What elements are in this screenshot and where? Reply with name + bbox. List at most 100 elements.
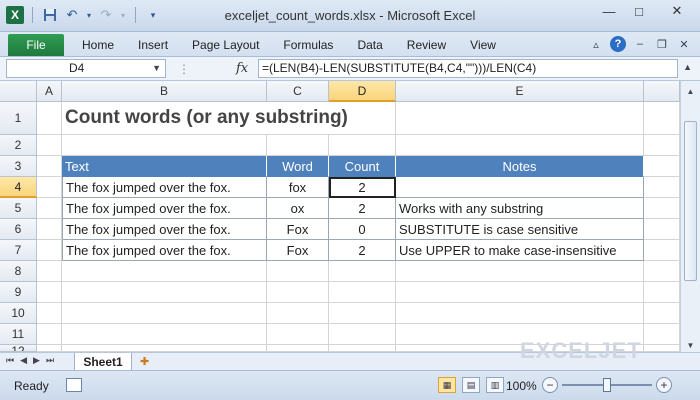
cell-notes[interactable] — [396, 177, 644, 198]
formula-input[interactable]: =(LEN(B4)-LEN(SUBSTITUTE(B4,C4,"")))/LEN… — [258, 59, 678, 78]
tab-formulas[interactable]: Formulas — [273, 38, 347, 52]
select-all-corner[interactable] — [0, 81, 37, 102]
cell[interactable] — [644, 282, 680, 303]
cell-word[interactable]: ox — [267, 198, 329, 219]
row-header[interactable]: 9 — [0, 282, 37, 303]
cell-word[interactable]: fox — [267, 177, 329, 198]
cell[interactable] — [62, 345, 267, 352]
restore-button[interactable]: □ — [624, 0, 654, 22]
cell[interactable] — [267, 135, 329, 156]
sheet-tab-sheet1[interactable]: Sheet1 — [74, 353, 132, 371]
name-box[interactable]: D4 ▼ — [6, 59, 166, 78]
cell[interactable] — [37, 240, 62, 261]
row-header[interactable]: 12 — [0, 345, 37, 352]
minimize-button[interactable]: — — [594, 0, 624, 22]
cell[interactable] — [644, 102, 680, 135]
zoom-slider-handle[interactable] — [603, 378, 611, 392]
cell[interactable] — [644, 324, 680, 345]
cell[interactable] — [644, 345, 680, 352]
cell[interactable] — [396, 102, 644, 135]
cell[interactable] — [644, 261, 680, 282]
cell[interactable] — [37, 135, 62, 156]
cell-word[interactable]: Fox — [267, 219, 329, 240]
tab-review[interactable]: Review — [397, 38, 460, 52]
cell[interactable] — [37, 282, 62, 303]
row-header[interactable]: 6 — [0, 219, 37, 240]
close-button[interactable]: ✕ — [654, 0, 700, 22]
workbook-close-icon[interactable]: ✕ — [676, 36, 692, 52]
normal-view-icon[interactable]: ▦ — [438, 377, 456, 393]
cell-word[interactable]: Fox — [267, 240, 329, 261]
column-header-b[interactable]: B — [62, 81, 267, 102]
cell[interactable] — [37, 198, 62, 219]
minimize-ribbon-icon[interactable]: ▵ — [588, 36, 604, 52]
cell[interactable] — [329, 303, 396, 324]
cell[interactable] — [62, 261, 267, 282]
cell[interactable] — [396, 261, 644, 282]
insert-function-button[interactable]: fx — [236, 61, 248, 76]
cell[interactable] — [396, 282, 644, 303]
column-header-e[interactable]: E — [396, 81, 644, 102]
cell-count-selected[interactable]: 2 — [329, 177, 396, 198]
row-header[interactable]: 10 — [0, 303, 37, 324]
cell[interactable] — [267, 303, 329, 324]
cell[interactable] — [396, 135, 644, 156]
zoom-in-icon[interactable]: + — [656, 377, 672, 393]
cell[interactable] — [37, 324, 62, 345]
cell[interactable] — [267, 324, 329, 345]
cell[interactable] — [329, 135, 396, 156]
workbook-minimize-icon[interactable]: – — [632, 36, 648, 52]
expand-formula-bar-icon[interactable]: ▲ — [683, 62, 692, 72]
cell[interactable] — [267, 282, 329, 303]
name-box-dropdown-icon[interactable]: ▼ — [152, 60, 161, 77]
cell-text[interactable]: The fox jumped over the fox. — [62, 240, 267, 261]
table-header-notes[interactable]: Notes — [396, 156, 644, 177]
cell[interactable] — [329, 282, 396, 303]
cell[interactable] — [37, 156, 62, 177]
cell[interactable] — [37, 345, 62, 352]
cell-text[interactable]: The fox jumped over the fox. — [62, 198, 267, 219]
cell[interactable] — [267, 345, 329, 352]
cell-text[interactable]: The fox jumped over the fox. — [62, 177, 267, 198]
cell[interactable] — [644, 156, 680, 177]
row-header[interactable]: 2 — [0, 135, 37, 156]
page-layout-view-icon[interactable]: ▤ — [462, 377, 480, 393]
cell[interactable] — [37, 102, 62, 135]
cell[interactable] — [329, 324, 396, 345]
zoom-level[interactable]: 100% — [506, 379, 537, 393]
cell[interactable] — [62, 303, 267, 324]
cell-count[interactable]: 2 — [329, 198, 396, 219]
cell[interactable] — [37, 219, 62, 240]
cell[interactable] — [644, 303, 680, 324]
resize-handle-icon[interactable]: ⋮ — [178, 62, 190, 76]
first-sheet-icon[interactable]: ⏮ — [6, 355, 14, 366]
tab-page-layout[interactable]: Page Layout — [182, 38, 273, 52]
file-tab[interactable]: File — [8, 34, 64, 56]
tab-insert[interactable]: Insert — [128, 38, 182, 52]
row-header[interactable]: 4 — [0, 177, 37, 198]
cell-notes[interactable]: Works with any substring — [396, 198, 644, 219]
last-sheet-icon[interactable]: ⏭ — [46, 355, 54, 366]
cell-count[interactable]: 0 — [329, 219, 396, 240]
cell[interactable] — [62, 135, 267, 156]
zoom-out-icon[interactable]: − — [542, 377, 558, 393]
row-header[interactable]: 7 — [0, 240, 37, 261]
cell[interactable] — [644, 240, 680, 261]
scroll-down-icon[interactable]: ▼ — [683, 338, 698, 353]
prev-sheet-icon[interactable]: ◀ — [20, 355, 27, 366]
column-header-d[interactable]: D — [329, 81, 396, 102]
cell[interactable] — [37, 261, 62, 282]
table-header-word[interactable]: Word — [267, 156, 329, 177]
cell[interactable] — [329, 345, 396, 352]
insert-sheet-icon[interactable]: ✚ — [140, 355, 156, 369]
row-header[interactable]: 8 — [0, 261, 37, 282]
row-header[interactable]: 1 — [0, 102, 37, 135]
help-icon[interactable]: ? — [610, 36, 626, 52]
cell[interactable] — [267, 261, 329, 282]
next-sheet-icon[interactable]: ▶ — [33, 355, 40, 366]
scroll-up-icon[interactable]: ▲ — [683, 84, 698, 99]
table-header-count[interactable]: Count — [329, 156, 396, 177]
macro-record-icon[interactable] — [66, 378, 82, 392]
tab-home[interactable]: Home — [72, 38, 128, 52]
cell[interactable] — [644, 219, 680, 240]
